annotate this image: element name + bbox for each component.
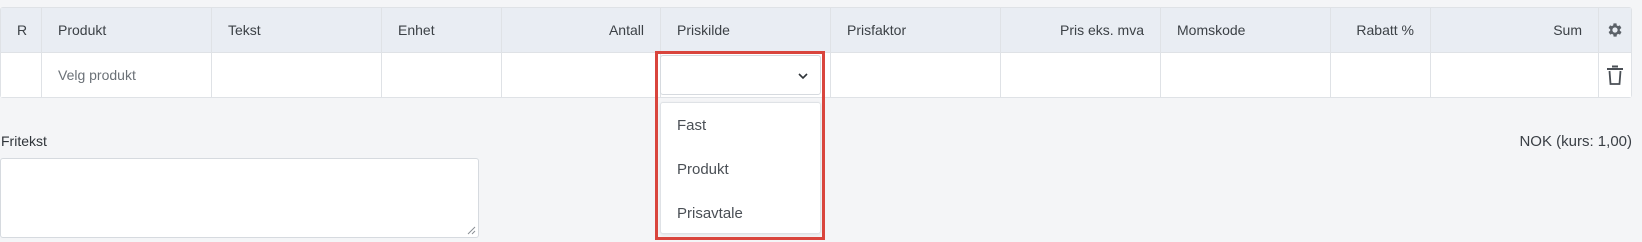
cell-antall[interactable] <box>502 53 661 97</box>
cell-sum[interactable] <box>1431 53 1599 97</box>
cell-pris-eks-mva[interactable] <box>1001 53 1161 97</box>
settings-button[interactable] <box>1599 8 1631 52</box>
header-tekst[interactable]: Tekst <box>212 8 382 52</box>
currency-rate: NOK (kurs: 1,00) <box>1519 133 1632 150</box>
header-r[interactable]: R <box>1 8 42 52</box>
produkt-select[interactable]: Velg produkt <box>42 53 212 97</box>
cell-momskode[interactable] <box>1161 53 1331 97</box>
delete-row-button[interactable] <box>1599 53 1631 97</box>
header-pris-eks-mva[interactable]: Pris eks. mva <box>1001 8 1161 52</box>
cell-tekst[interactable] <box>212 53 382 97</box>
cell-r[interactable] <box>1 53 42 97</box>
header-rabatt[interactable]: Rabatt % <box>1331 8 1431 52</box>
resize-grip-icon[interactable] <box>466 225 476 235</box>
header-antall[interactable]: Antall <box>502 8 661 52</box>
trash-icon <box>1607 65 1623 85</box>
header-momskode[interactable]: Momskode <box>1161 8 1331 52</box>
cell-prisfaktor[interactable] <box>831 53 1001 97</box>
fritekst-textarea[interactable] <box>0 158 479 238</box>
header-enhet[interactable]: Enhet <box>382 8 502 52</box>
header-priskilde[interactable]: Priskilde <box>661 8 831 52</box>
cell-enhet[interactable] <box>382 53 502 97</box>
dropdown-highlight-box <box>655 51 825 240</box>
header-produkt[interactable]: Produkt <box>42 8 212 52</box>
header-sum[interactable]: Sum <box>1431 8 1599 52</box>
header-prisfaktor[interactable]: Prisfaktor <box>831 8 1001 52</box>
grid-header-row: R Produkt Tekst Enhet Antall Priskilde P… <box>1 8 1631 53</box>
cell-rabatt[interactable] <box>1331 53 1431 97</box>
gear-icon <box>1608 23 1622 37</box>
fritekst-label: Fritekst <box>1 133 47 149</box>
